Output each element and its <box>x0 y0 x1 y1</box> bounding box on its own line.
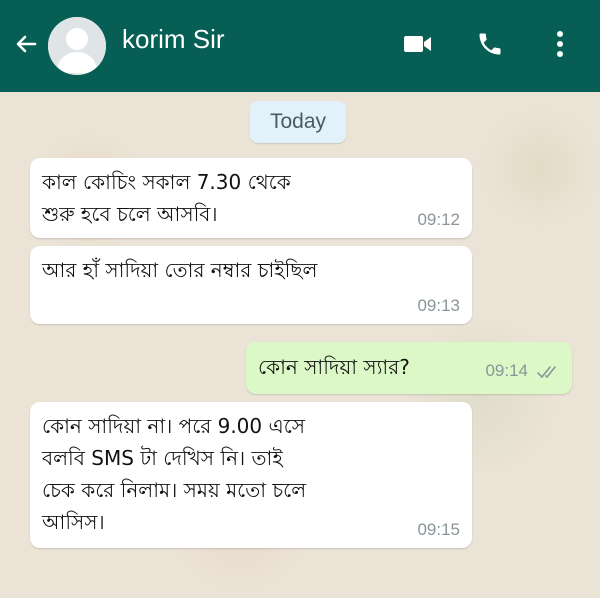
message-bubble-outgoing[interactable]: কোন সাদিয়া স্যার? 09:14 <box>246 342 572 394</box>
message-bubble-incoming[interactable]: আর হাঁ সাদিয়া তোর নম্বার চাইছিল 09:13 <box>30 246 472 324</box>
video-call-button[interactable] <box>398 26 438 66</box>
message-text: আর হাঁ সাদিয়া তোর নম্বার চাইছিল <box>42 258 318 282</box>
message-bubble-incoming[interactable]: কাল কোচিং সকাল 7.30 থেকে শুরু হবে চলে আস… <box>30 158 472 238</box>
message-bubble-incoming[interactable]: কোন সাদিয়া না। পরে 9.00 এসে বলবি SMS টা… <box>30 402 472 548</box>
more-vert-icon <box>555 29 565 63</box>
voice-call-button[interactable] <box>470 26 510 66</box>
date-separator: Today <box>250 101 346 143</box>
default-avatar-icon <box>48 17 106 75</box>
message-time: 09:12 <box>417 210 460 229</box>
arrow-left-icon <box>13 31 39 61</box>
video-call-icon <box>403 33 433 59</box>
message-text: কাল কোচিং সকাল 7.30 থেকে শুরু হবে চলে আস… <box>42 170 291 226</box>
chat-header: korim Sir <box>0 0 600 92</box>
contact-name[interactable]: korim Sir <box>122 24 225 55</box>
message-time: 09:14 <box>485 361 528 380</box>
avatar[interactable] <box>48 17 106 75</box>
message-time: 09:15 <box>417 520 460 539</box>
message-text: কোন সাদিয়া না। পরে 9.00 এসে বলবি SMS টা… <box>42 414 307 534</box>
double-check-icon <box>536 364 562 384</box>
back-button[interactable] <box>8 28 44 64</box>
message-text: কোন সাদিয়া স্যার? <box>258 355 410 379</box>
message-time: 09:13 <box>417 296 460 315</box>
phone-icon <box>476 30 504 62</box>
more-options-button[interactable] <box>540 26 580 66</box>
